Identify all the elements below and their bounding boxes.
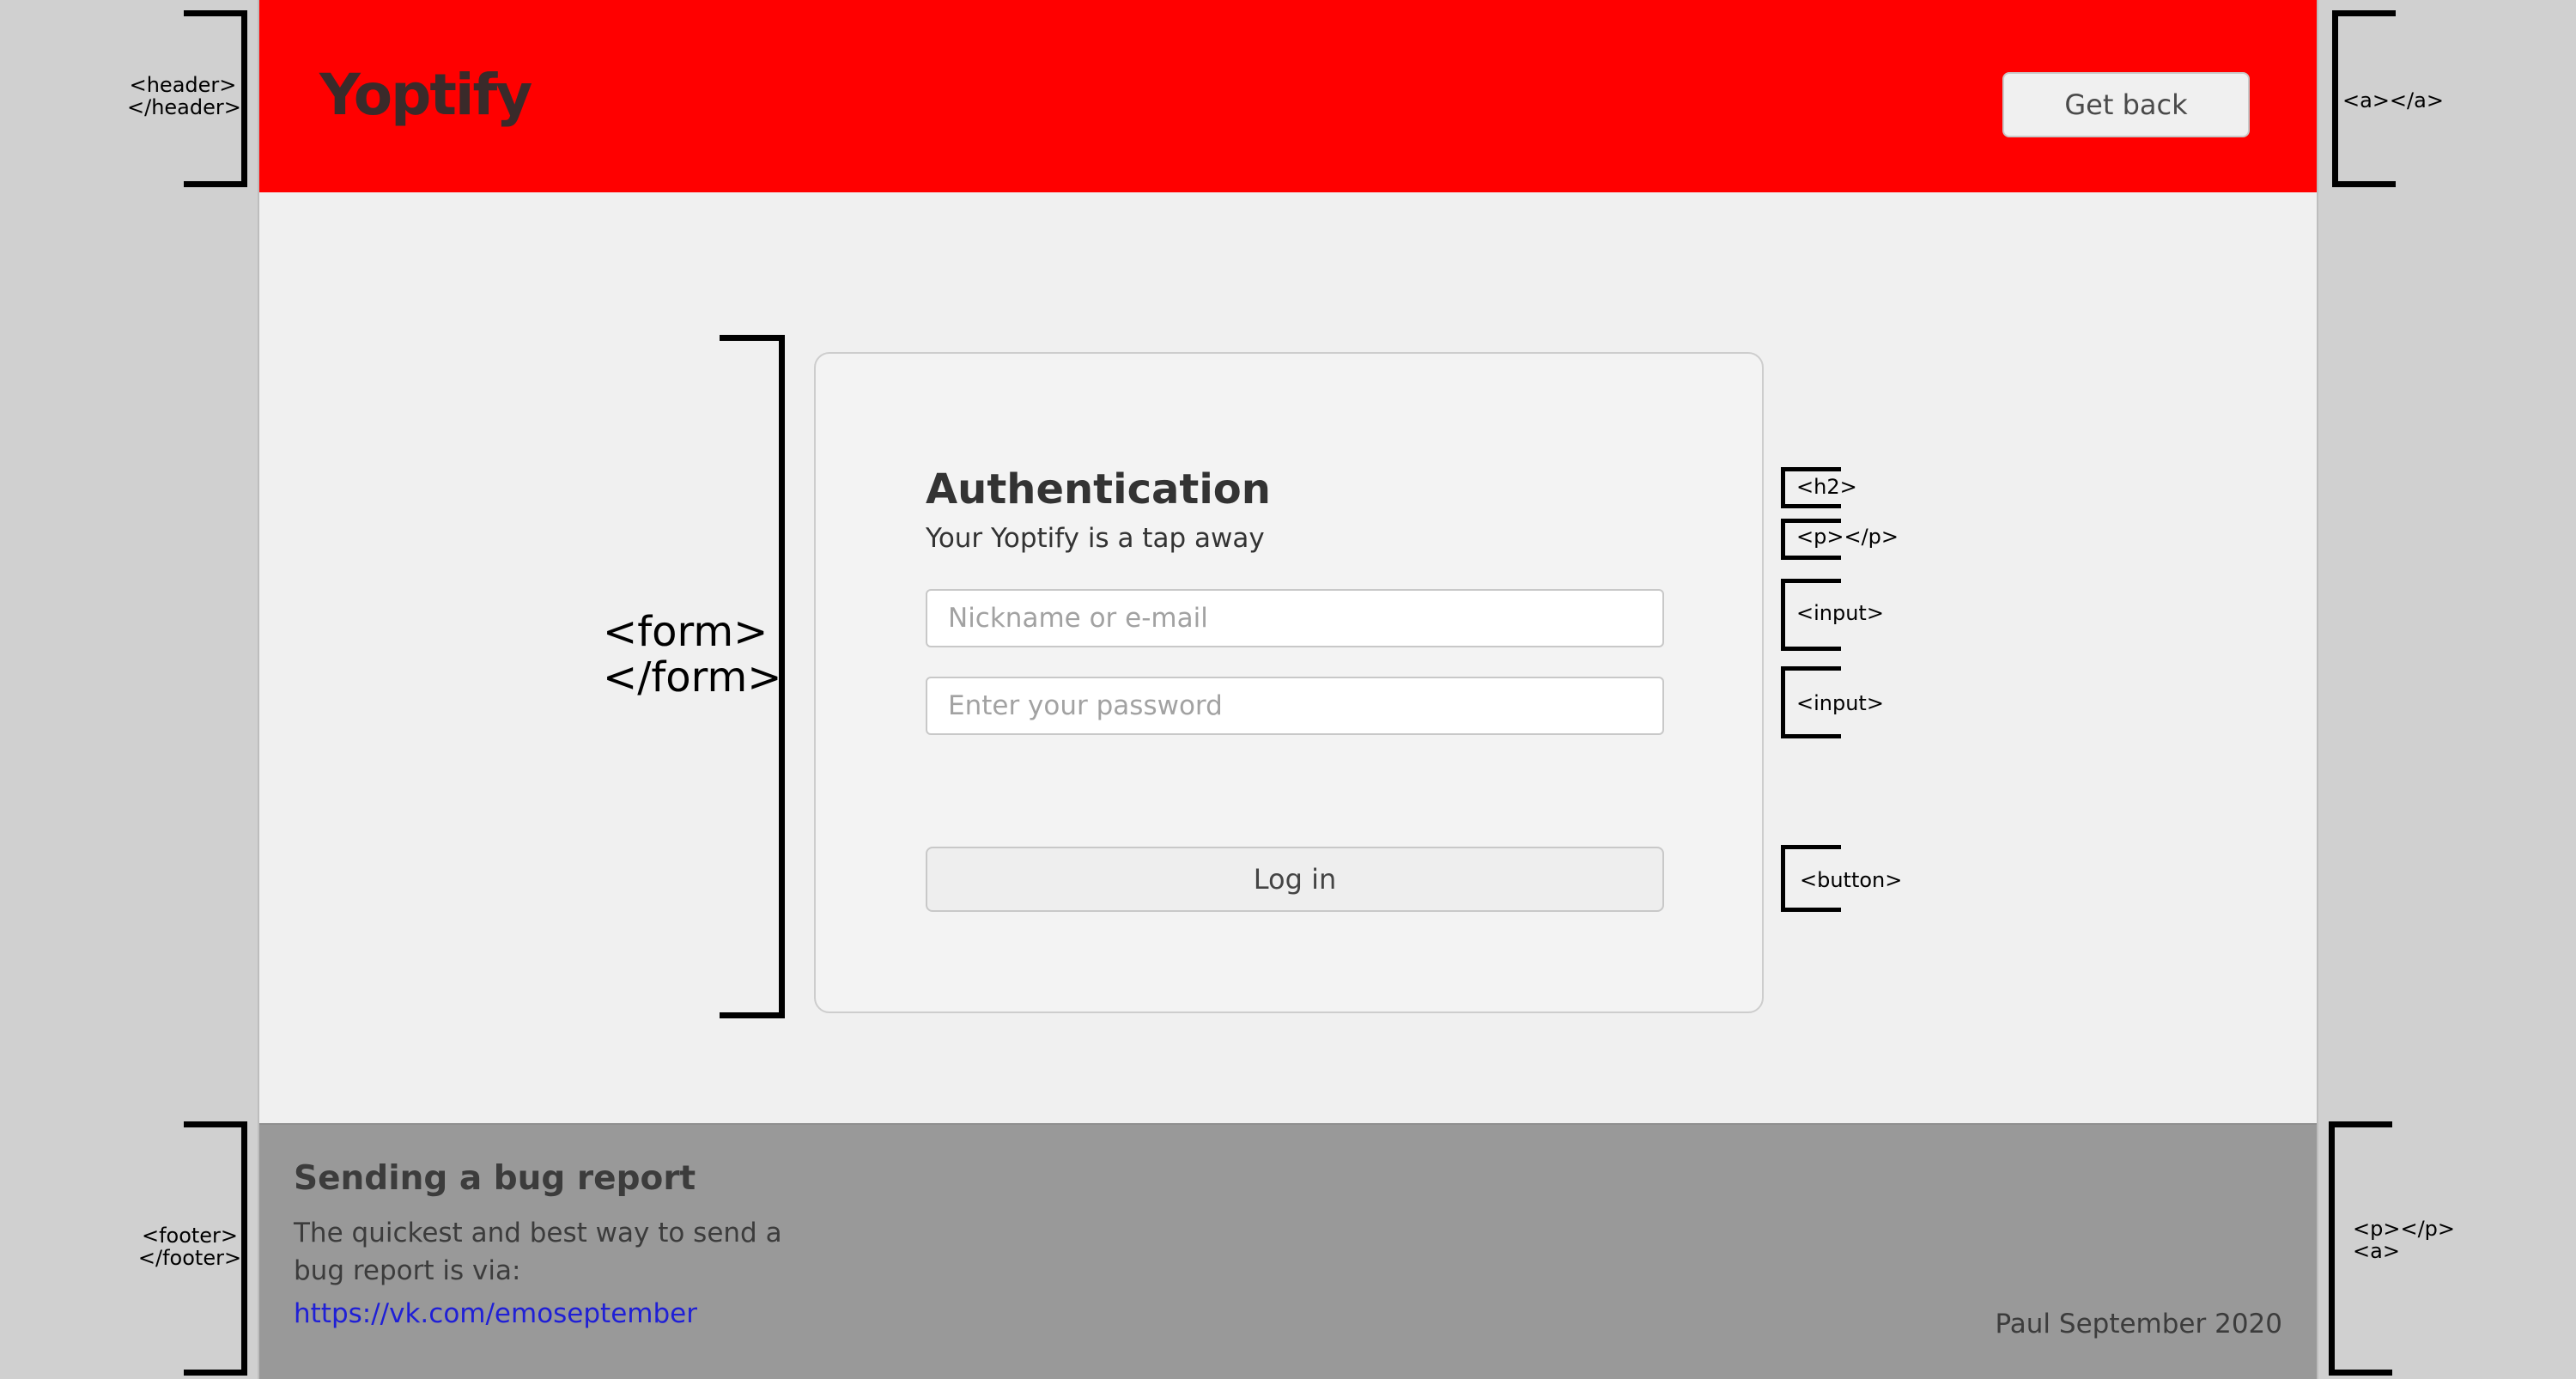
site-footer: Sending a bug report The quickest and be…: [259, 1123, 2317, 1379]
button-annotation: <button>: [1800, 868, 1903, 892]
get-back-link[interactable]: Get back: [2002, 72, 2250, 137]
form-annotation: <form> </form>: [603, 608, 782, 702]
input1-annotation: <input>: [1796, 601, 1884, 625]
h2-annotation: <h2>: [1796, 475, 1857, 499]
nickname-input[interactable]: [926, 589, 1664, 647]
footer-right-annotation: <p></p> <a>: [2353, 1217, 2455, 1264]
header-annotation: <header> </header>: [127, 73, 241, 120]
footer-description: The quickest and best way to send a bug …: [294, 1218, 782, 1286]
site-header: Yoptify Get back: [259, 0, 2317, 192]
p-annotation: <p></p>: [1796, 525, 1899, 549]
form-title: Authentication: [926, 465, 1271, 513]
input2-annotation: <input>: [1796, 691, 1884, 715]
password-input[interactable]: [926, 677, 1664, 735]
anchor-annotation: <a></a>: [2342, 88, 2444, 112]
form-subtitle: Your Yoptify is a tap away: [926, 523, 1265, 554]
footer-title: Sending a bug report: [294, 1159, 696, 1198]
auth-form: Authentication Your Yoptify is a tap awa…: [814, 352, 1764, 1013]
page: Yoptify Get back Authentication Your Yop…: [258, 0, 2318, 1379]
bug-report-link[interactable]: https://vk.com/emoseptember: [294, 1298, 697, 1329]
footer-annotation: <footer> </footer>: [137, 1224, 242, 1271]
footer-credit: Paul September 2020: [1995, 1309, 2282, 1340]
logo: Yoptify: [319, 62, 532, 128]
login-button[interactable]: Log in: [926, 847, 1664, 912]
